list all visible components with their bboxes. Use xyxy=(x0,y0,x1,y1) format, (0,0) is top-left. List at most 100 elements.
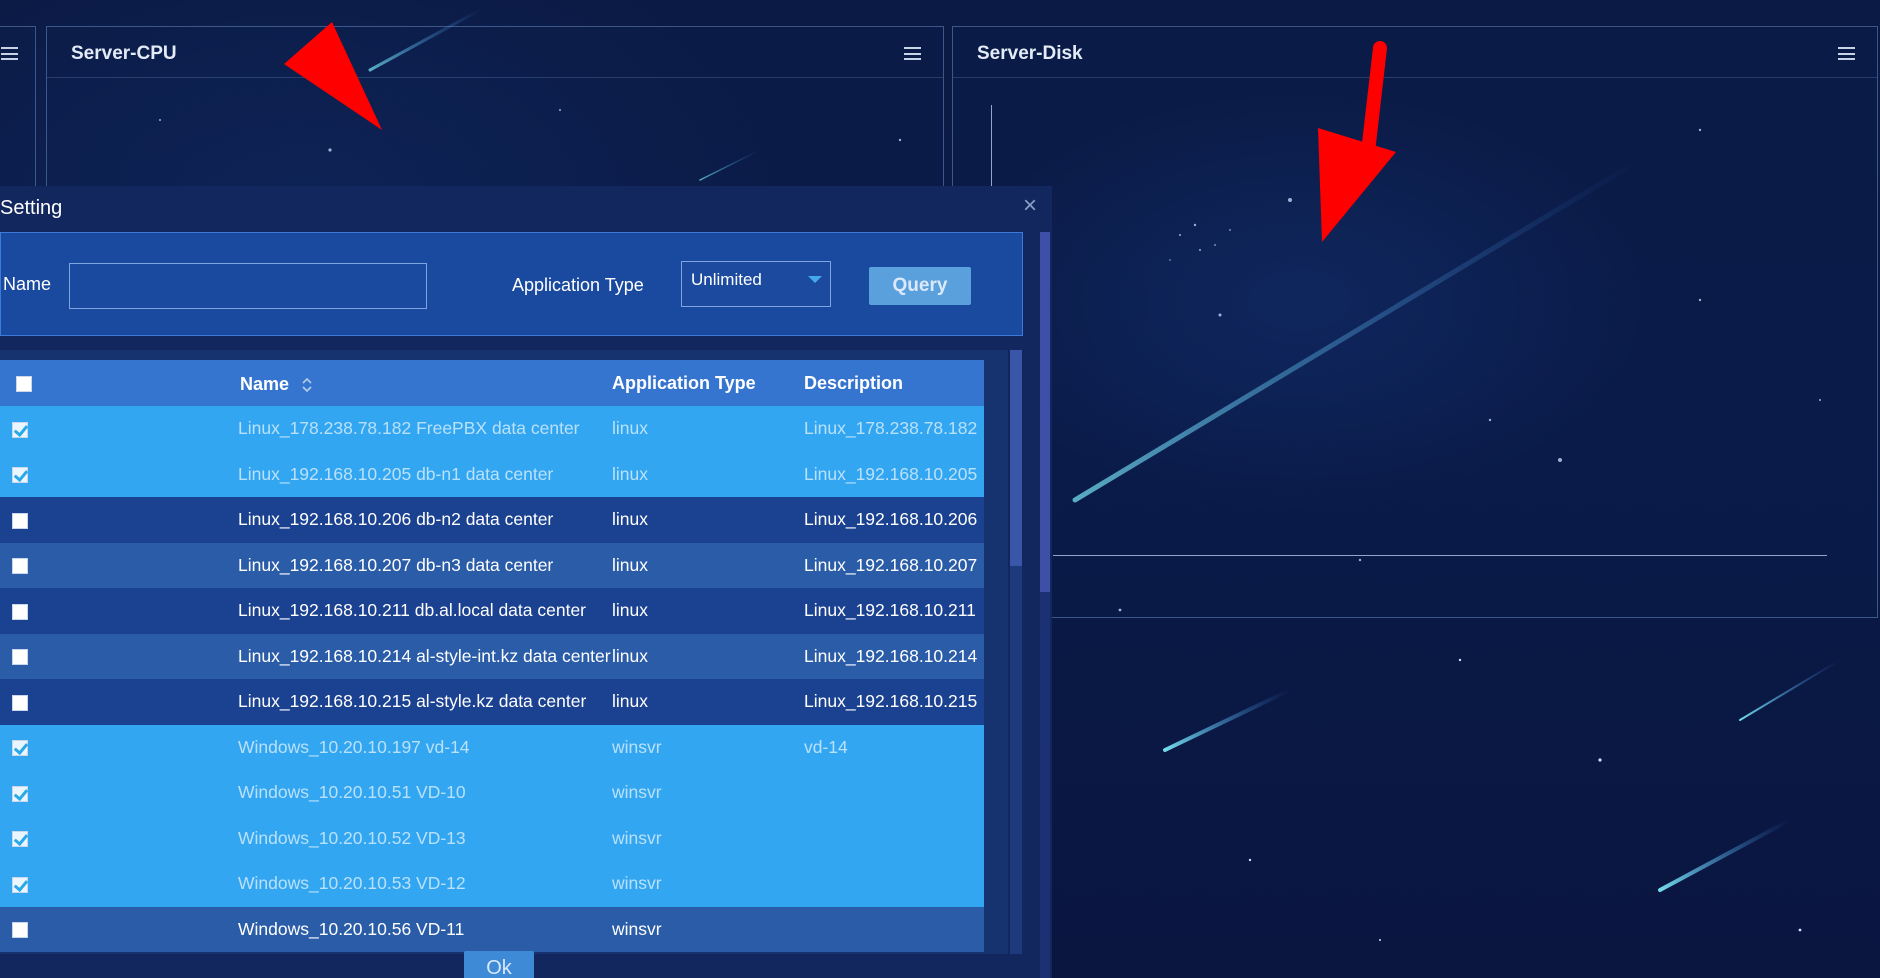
row-checkbox-cell xyxy=(0,679,238,725)
select-all-cell xyxy=(0,360,238,406)
server-disk-panel: Server-Disk xyxy=(952,26,1878,618)
row-checkbox-cell xyxy=(0,406,238,452)
row-checkbox[interactable] xyxy=(12,831,28,848)
row-checkbox-cell xyxy=(0,451,238,497)
cell-name: Linux_192.168.10.207 db-n3 data center xyxy=(238,542,612,588)
column-header-application-type[interactable]: Application Type xyxy=(612,360,804,406)
chart-x-axis xyxy=(1053,555,1827,556)
cell-name: Linux_192.168.10.215 al-style.kz data ce… xyxy=(238,679,612,725)
cell-application-type: linux xyxy=(612,588,804,634)
ok-button[interactable]: Ok xyxy=(464,951,534,978)
cell-application-type: linux xyxy=(612,679,804,725)
cell-application-type: winsvr xyxy=(612,724,804,770)
column-header-name[interactable]: Name xyxy=(238,360,612,406)
cell-description xyxy=(804,815,984,861)
sort-icon[interactable] xyxy=(302,377,312,393)
cell-name: Linux_192.168.10.205 db-n1 data center xyxy=(238,451,612,497)
menu-icon[interactable] xyxy=(1,47,18,60)
cell-description: Linux_192.168.10.211 xyxy=(804,588,984,634)
cell-application-type: winsvr xyxy=(612,906,804,952)
cell-name: Windows_10.20.10.51 VD-10 xyxy=(238,770,612,816)
cell-name: Windows_10.20.10.52 VD-13 xyxy=(238,815,612,861)
table-row[interactable]: Windows_10.20.10.52 VD-13 winsvr xyxy=(0,815,984,861)
panel-header: Server-CPU xyxy=(47,27,943,78)
scrollbar-thumb[interactable] xyxy=(1010,350,1022,566)
row-checkbox[interactable] xyxy=(12,558,28,575)
row-checkbox-cell xyxy=(0,724,238,770)
cell-name: Windows_10.20.10.53 VD-12 xyxy=(238,861,612,907)
table-row[interactable]: Windows_10.20.10.51 VD-10 winsvr xyxy=(0,770,984,816)
cell-description: vd-14 xyxy=(804,724,984,770)
cell-application-type: linux xyxy=(612,497,804,543)
table-row[interactable]: Linux_192.168.10.215 al-style.kz data ce… xyxy=(0,679,984,725)
application-type-select[interactable]: Unlimited xyxy=(681,261,831,307)
cell-name: Linux_192.168.10.214 al-style-int.kz dat… xyxy=(238,633,612,679)
row-checkbox[interactable] xyxy=(12,603,28,620)
cell-application-type: linux xyxy=(612,451,804,497)
select-value: Unlimited xyxy=(691,270,762,289)
table-row[interactable]: Windows_10.20.10.53 VD-12 winsvr xyxy=(0,861,984,907)
menu-icon[interactable] xyxy=(1838,47,1855,60)
table-header-row: Name Application Type Description xyxy=(0,360,984,406)
row-checkbox[interactable] xyxy=(12,740,28,757)
dialog-scrollbar[interactable] xyxy=(1040,232,1050,978)
row-checkbox[interactable] xyxy=(12,876,28,893)
row-checkbox[interactable] xyxy=(12,512,28,529)
row-checkbox-cell xyxy=(0,861,238,907)
table-row[interactable]: Linux_192.168.10.211 db.al.local data ce… xyxy=(0,588,984,634)
table-row[interactable]: Linux_192.168.10.206 db-n2 data center li… xyxy=(0,497,984,543)
panel-header: Server-Disk xyxy=(953,27,1877,78)
cell-description: Linux_192.168.10.205 xyxy=(804,451,984,497)
row-checkbox[interactable] xyxy=(12,467,28,484)
row-checkbox[interactable] xyxy=(12,649,28,666)
name-input[interactable] xyxy=(69,263,427,309)
grid-scrollbar[interactable] xyxy=(1010,350,1022,954)
table-row[interactable]: Windows_10.20.10.56 VD-11 winsvr xyxy=(0,906,984,952)
red-arrow-annotation xyxy=(1318,41,1396,242)
cell-description: Linux_192.168.10.214 xyxy=(804,633,984,679)
table-row[interactable]: Linux_192.168.10.207 db-n3 data center li… xyxy=(0,542,984,588)
query-button[interactable]: Query xyxy=(869,267,971,305)
cell-name: Windows_10.20.10.56 VD-11 xyxy=(238,906,612,952)
cell-description: Linux_192.168.10.206 xyxy=(804,497,984,543)
row-checkbox-cell xyxy=(0,542,238,588)
menu-icon[interactable] xyxy=(904,47,921,60)
cell-name: Linux_178.238.78.182 FreePBX data center xyxy=(238,406,612,452)
cell-description: Linux_192.168.10.207 xyxy=(804,542,984,588)
row-checkbox[interactable] xyxy=(12,421,28,438)
red-arrow-annotation xyxy=(284,22,382,130)
cell-application-type: winsvr xyxy=(612,815,804,861)
dialog-title: Setting xyxy=(0,197,63,219)
chevron-down-icon xyxy=(808,276,822,283)
column-header-description[interactable]: Description xyxy=(804,360,984,406)
server-grid: Name Application Type Description Linux_… xyxy=(0,350,1008,954)
table-row[interactable]: Windows_10.20.10.197 vd-14 winsvr vd-14 xyxy=(0,724,984,770)
cell-name: Windows_10.20.10.197 vd-14 xyxy=(238,724,612,770)
cell-name: Linux_192.168.10.211 db.al.local data ce… xyxy=(238,588,612,634)
panel-title: Server-CPU xyxy=(71,43,177,64)
table-row[interactable]: Linux_192.168.10.205 db-n1 data center li… xyxy=(0,451,984,497)
select-all-checkbox[interactable] xyxy=(16,375,32,392)
cell-application-type: linux xyxy=(612,633,804,679)
row-checkbox-cell xyxy=(0,633,238,679)
row-checkbox-cell xyxy=(0,588,238,634)
cell-description xyxy=(804,770,984,816)
row-checkbox-cell xyxy=(0,770,238,816)
panel-title: Server-Disk xyxy=(977,43,1083,64)
row-checkbox-cell xyxy=(0,815,238,861)
close-icon[interactable]: × xyxy=(1023,194,1037,218)
table-row[interactable]: Linux_192.168.10.214 al-style-int.kz dat… xyxy=(0,633,984,679)
cell-application-type: linux xyxy=(612,542,804,588)
scrollbar-thumb[interactable] xyxy=(1040,232,1050,592)
row-checkbox[interactable] xyxy=(12,694,28,711)
row-checkbox[interactable] xyxy=(12,922,28,939)
cell-description: Linux_178.238.78.182 xyxy=(804,406,984,452)
cell-application-type: linux xyxy=(612,406,804,452)
cell-application-type: winsvr xyxy=(612,861,804,907)
row-checkbox[interactable] xyxy=(12,785,28,802)
filter-bar: Name Application Type Unlimited Query xyxy=(0,232,1023,336)
server-table: Name Application Type Description Linux_… xyxy=(0,360,984,952)
table-row[interactable]: Linux_178.238.78.182 FreePBX data center… xyxy=(0,406,984,452)
name-label: Name xyxy=(3,274,52,294)
cell-description: Linux_192.168.10.215 xyxy=(804,679,984,725)
